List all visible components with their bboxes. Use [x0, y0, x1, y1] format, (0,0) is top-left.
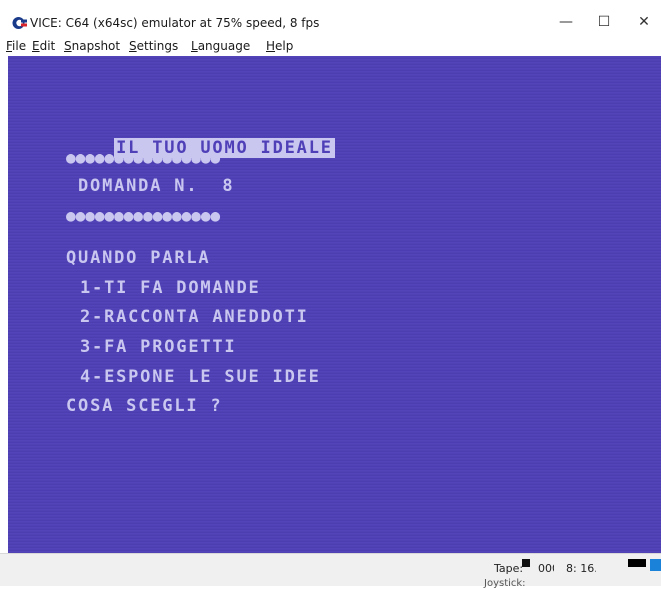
- option-3: 3-FA PROGETTI: [80, 337, 237, 357]
- window-title: VICE: C64 (x64sc) emulator at 75% speed,…: [30, 16, 320, 30]
- menu-snapshot[interactable]: Snapshot: [64, 39, 120, 53]
- menu-settings[interactable]: Settings: [129, 39, 178, 53]
- commodore-logo-icon: [12, 17, 27, 29]
- option-2: 2-RACCONTA ANEDDOTI: [80, 307, 309, 327]
- tape-counter: 000: [538, 562, 554, 575]
- question-number: DOMANDA N. 8: [78, 176, 235, 196]
- tape-label: Tape:: [494, 562, 524, 575]
- option-4: 4-ESPONE LE SUE IDEE: [80, 367, 321, 387]
- menu-help[interactable]: Help: [266, 39, 293, 53]
- option-1: 1-TI FA DOMANDE: [80, 278, 261, 298]
- menu-language[interactable]: Language: [191, 39, 250, 53]
- status-bar: Tape: 000 8: 16.0 Joystick:: [0, 553, 661, 589]
- joystick-label[interactable]: Joystick:: [484, 578, 526, 589]
- status-indicator-icon[interactable]: [650, 559, 661, 571]
- menu-bar: File Edit Snapshot Settings Language Hel…: [0, 36, 661, 56]
- maximize-button[interactable]: ☐: [584, 8, 624, 36]
- drive-status: 8: 16.0: [566, 562, 596, 575]
- emulator-screen[interactable]: IL TUO UOMO IDEALE ●●●●●●●●●●●●●●●● DOMA…: [8, 56, 661, 553]
- close-button[interactable]: ✕: [624, 8, 661, 36]
- drive-led-icon: [628, 559, 646, 567]
- tape-status-icon: [522, 559, 530, 567]
- minimize-button[interactable]: —: [546, 8, 586, 36]
- dots-line-top: ●●●●●●●●●●●●●●●●: [66, 148, 221, 167]
- choice-prompt: COSA SCEGLI ?: [66, 396, 223, 416]
- dots-line-bottom: ●●●●●●●●●●●●●●●●: [66, 206, 221, 225]
- title-bar: VICE: C64 (x64sc) emulator at 75% speed,…: [0, 0, 661, 36]
- menu-edit[interactable]: Edit: [32, 39, 55, 53]
- question-prompt: QUANDO PARLA: [66, 248, 211, 268]
- menu-file[interactable]: File: [6, 39, 26, 53]
